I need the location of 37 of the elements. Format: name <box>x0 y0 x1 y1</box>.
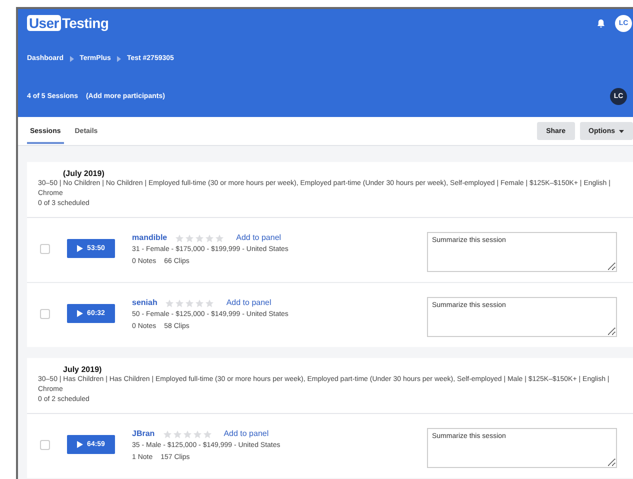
session-checkbox[interactable] <box>40 309 50 319</box>
participant-name[interactable]: mandible <box>132 232 168 244</box>
add-to-panel-link[interactable]: Add to panel <box>226 297 272 309</box>
star-icon[interactable] <box>205 234 214 242</box>
participant-name[interactable]: seniah <box>132 297 158 309</box>
star-icon[interactable] <box>215 234 224 242</box>
star-rating[interactable] <box>162 430 212 438</box>
chevron-icon <box>116 56 121 62</box>
session-checkbox[interactable] <box>40 440 50 450</box>
star-icon[interactable] <box>165 298 174 308</box>
star-icon[interactable] <box>185 234 194 242</box>
star-icon[interactable] <box>175 234 184 242</box>
star-icon[interactable] <box>192 430 202 438</box>
star-icon[interactable] <box>182 430 192 438</box>
star-icon[interactable] <box>172 430 182 438</box>
star-icon[interactable] <box>162 430 172 438</box>
add-to-panel-link[interactable]: Add to panel <box>236 232 282 244</box>
chevron-icon <box>70 56 74 62</box>
star-rating[interactable] <box>175 234 224 242</box>
star-icon[interactable] <box>195 234 204 242</box>
star-icon[interactable] <box>202 430 212 438</box>
group-title: July 2019) <box>62 365 103 375</box>
star-icon[interactable] <box>195 298 204 308</box>
add-to-panel-link[interactable]: Add to panel <box>224 428 269 440</box>
bell-icon[interactable] <box>597 18 605 28</box>
star-icon[interactable] <box>205 298 214 308</box>
session-checkbox[interactable] <box>40 244 50 254</box>
play-icon <box>77 245 84 252</box>
group-title: (July 2019) <box>62 169 106 179</box>
star-icon[interactable] <box>185 298 194 308</box>
usertesting-logo[interactable]: User Testing <box>27 15 109 31</box>
play-icon <box>77 441 84 448</box>
participant-name[interactable]: JBran <box>132 428 155 440</box>
play-icon <box>77 310 84 317</box>
caret-icon <box>619 130 624 132</box>
star-rating[interactable] <box>165 298 214 308</box>
star-icon[interactable] <box>175 298 184 308</box>
